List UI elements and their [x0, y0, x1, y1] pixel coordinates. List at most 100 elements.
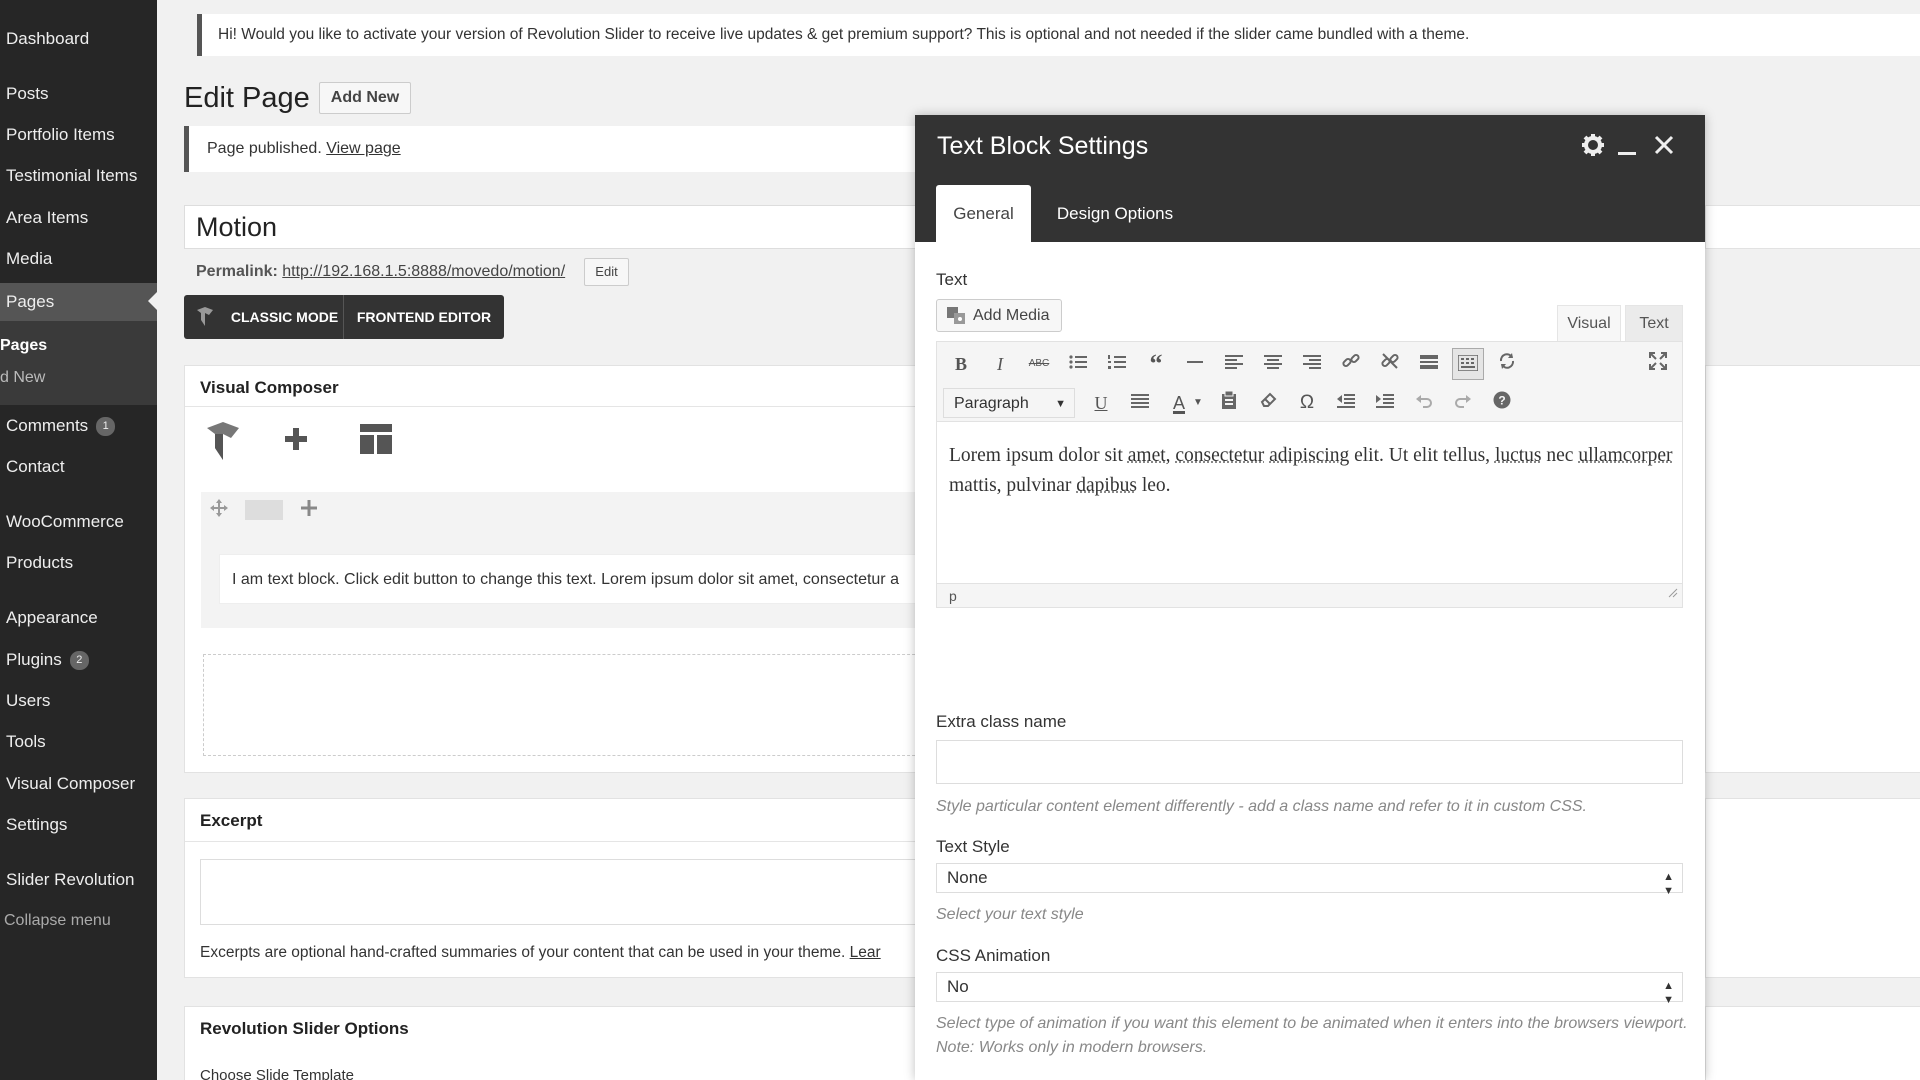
sidebar-item-appearance[interactable]: Appearance [0, 600, 157, 636]
extra-class-help: Style particular content element differe… [936, 798, 1587, 815]
sidebar-item-woocommerce[interactable]: WooCommerce [0, 504, 157, 540]
excerpt-learn-more-link[interactable]: Lear [850, 944, 881, 961]
read-more-icon[interactable] [1413, 348, 1445, 380]
align-center-icon[interactable] [1257, 348, 1289, 380]
empty-drop-zone[interactable] [203, 654, 945, 756]
gear-icon[interactable] [1581, 133, 1605, 164]
sidebar-item-comments[interactable]: Comments 1 [0, 408, 157, 444]
sidebar-item-testimonial-items[interactable]: Testimonial Items [0, 158, 157, 194]
editor-text: adipiscing [1269, 445, 1350, 466]
align-left-icon[interactable] [1218, 348, 1250, 380]
sidebar-item-label: Portfolio Items [6, 125, 115, 144]
editor-text: consectetur [1175, 445, 1265, 466]
visual-composer-title: Visual Composer [200, 378, 339, 397]
view-page-link[interactable]: View page [326, 140, 400, 157]
underline-icon[interactable]: U [1085, 387, 1117, 419]
revolution-options-title: Revolution Slider Options [200, 1019, 409, 1038]
resize-handle-icon[interactable] [1668, 581, 1678, 605]
add-column-icon[interactable] [299, 498, 319, 524]
editor-toolbar: B I ABC “ Paragraph ▼ U A ▼ Ω ? [937, 342, 1682, 422]
editor-content[interactable]: Lorem ipsum dolor sit amet, consectetur … [949, 441, 1674, 501]
collapse-menu-label: Collapse menu [4, 912, 111, 929]
blockquote-icon[interactable]: “ [1140, 348, 1172, 380]
insert-link-icon[interactable] [1335, 348, 1367, 380]
vc-logo-icon[interactable] [205, 422, 241, 467]
bold-icon[interactable]: B [945, 348, 977, 380]
tab-general[interactable]: General [936, 185, 1031, 242]
tab-design-options[interactable]: Design Options [1045, 185, 1185, 242]
row-controls [201, 492, 945, 528]
sidebar-item-media[interactable]: Media [0, 241, 157, 277]
redo-icon[interactable] [1447, 387, 1479, 419]
italic-icon[interactable]: I [984, 348, 1016, 380]
frontend-editor-button[interactable]: FRONTEND EDITOR [346, 295, 502, 339]
bullet-list-icon[interactable] [1062, 348, 1094, 380]
element-path[interactable]: p [949, 588, 957, 604]
text-block-element[interactable]: I am text block. Click edit button to ch… [219, 554, 945, 604]
permalink-url-link[interactable]: http://192.168.1.5:8888/movedo/motion/ [282, 263, 565, 280]
sidebar-item-visual-composer[interactable]: Visual Composer [0, 766, 157, 802]
sidebar-item-label: WooCommerce [6, 512, 124, 531]
add-element-icon[interactable] [283, 426, 309, 457]
sidebar-item-products[interactable]: Products [0, 545, 157, 581]
collapse-menu-button[interactable]: Collapse menu [0, 903, 157, 939]
extra-class-input[interactable] [936, 740, 1683, 784]
close-icon[interactable] [1654, 133, 1674, 164]
sidebar-item-users[interactable]: Users [0, 683, 157, 719]
minimize-icon[interactable] [1618, 133, 1636, 164]
css-animation-help: Select type of animation if you want thi… [936, 1015, 1688, 1056]
select-arrows-icon: ▲ ▼ [1663, 980, 1674, 1006]
editor-tab-visual[interactable]: Visual [1557, 305, 1621, 341]
help-icon[interactable]: ? [1486, 387, 1518, 419]
sidebar-item-slider-revolution[interactable]: Slider Revolution [0, 862, 157, 898]
permalink-edit-button[interactable]: Edit [584, 258, 629, 286]
sidebar-item-settings[interactable]: Settings [0, 807, 157, 843]
fullscreen-icon[interactable] [1642, 348, 1674, 380]
add-new-button[interactable]: Add New [319, 82, 411, 114]
outdent-icon[interactable] [1330, 387, 1362, 419]
unlink-icon[interactable] [1374, 348, 1406, 380]
submenu-add-new[interactable]: d New [0, 369, 45, 387]
align-right-icon[interactable] [1296, 348, 1328, 380]
sidebar-item-contact[interactable]: Contact [0, 449, 157, 485]
horizontal-line-icon[interactable] [1179, 348, 1211, 380]
sidebar-item-area-items[interactable]: Area Items [0, 200, 157, 236]
sidebar-item-label: Posts [6, 84, 49, 103]
strikethrough-icon[interactable]: ABC [1023, 348, 1055, 380]
sidebar-item-label: Slider Revolution [6, 870, 135, 889]
sidebar-item-tools[interactable]: Tools [0, 724, 157, 760]
move-row-icon[interactable] [209, 498, 229, 524]
toolbar-toggle-icon[interactable] [1452, 348, 1484, 380]
clear-formatting-icon[interactable] [1252, 387, 1284, 419]
editor-text: dapibus [1076, 475, 1137, 496]
undo-icon[interactable] [1408, 387, 1440, 419]
excerpt-textarea[interactable] [200, 859, 945, 925]
row-layout-icon[interactable] [245, 500, 283, 520]
sidebar-item-portfolio-items[interactable]: Portfolio Items [0, 117, 157, 153]
page-title: Edit Page [184, 82, 310, 114]
justify-icon[interactable] [1124, 387, 1156, 419]
editor-tab-text[interactable]: Text [1625, 305, 1683, 341]
indent-icon[interactable] [1369, 387, 1401, 419]
submenu-heading[interactable]: Pages [0, 337, 47, 355]
sidebar-item-posts[interactable]: Posts [0, 76, 157, 112]
format-select[interactable]: Paragraph ▼ [943, 388, 1075, 418]
numbered-list-icon[interactable] [1101, 348, 1133, 380]
sidebar-item-plugins[interactable]: Plugins 2 [0, 642, 157, 678]
sidebar-item-dashboard[interactable]: Dashboard [0, 21, 157, 57]
right-column-box [1705, 205, 1920, 249]
right-column-box [1705, 1006, 1920, 1080]
refresh-icon[interactable] [1491, 348, 1523, 380]
css-animation-select[interactable]: No ▲ ▼ [936, 972, 1683, 1006]
templates-icon[interactable] [360, 424, 392, 459]
classic-mode-button[interactable]: CLASSIC MODE [226, 295, 344, 339]
editor-text: elit. Ut elit tellus, [1349, 445, 1495, 466]
page-title-input[interactable]: Motion [184, 205, 944, 249]
special-character-icon[interactable]: Ω [1291, 387, 1323, 419]
sidebar-item-pages[interactable]: Pages [0, 283, 157, 321]
text-color-dropdown-icon[interactable]: ▼ [1189, 387, 1207, 419]
text-style-help: Select your text style [936, 906, 1084, 923]
add-media-button[interactable]: Add Media [936, 299, 1062, 332]
paste-as-text-icon[interactable] [1213, 387, 1245, 419]
text-style-select[interactable]: None ▲ ▼ [936, 863, 1683, 897]
